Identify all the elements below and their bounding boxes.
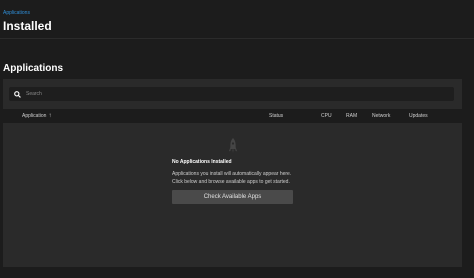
empty-state-title: No Applications Installed [172, 159, 232, 165]
sort-arrow-up-icon: ↑ [48, 112, 52, 119]
column-header-cpu[interactable]: CPU [321, 113, 332, 119]
column-header-ram[interactable]: RAM [346, 113, 357, 119]
applications-card: Application ↑ Status CPU RAM Network Upd… [3, 79, 462, 267]
rocket-icon [228, 137, 238, 159]
check-available-apps-button[interactable]: Check Available Apps [172, 190, 293, 204]
search-bar [9, 87, 454, 101]
search-input[interactable] [26, 87, 454, 101]
column-header-application[interactable]: Application ↑ [22, 112, 52, 120]
column-header-updates[interactable]: Updates [409, 113, 428, 119]
header-divider [0, 38, 474, 39]
search-icon [14, 90, 21, 98]
breadcrumb-applications[interactable]: Applications [3, 10, 30, 16]
empty-state-description: Applications you install will automatica… [172, 171, 292, 185]
section-title: Applications [3, 63, 64, 74]
column-header-status[interactable]: Status [269, 113, 283, 119]
installed-apps-page: Applications Installed Applications Appl… [0, 0, 474, 278]
column-header-network[interactable]: Network [372, 113, 390, 119]
page-title: Installed [3, 19, 52, 33]
empty-state: No Applications Installed Applications y… [3, 131, 462, 267]
column-label-application: Application [22, 113, 47, 119]
table-header: Application ↑ Status CPU RAM Network Upd… [3, 109, 462, 123]
